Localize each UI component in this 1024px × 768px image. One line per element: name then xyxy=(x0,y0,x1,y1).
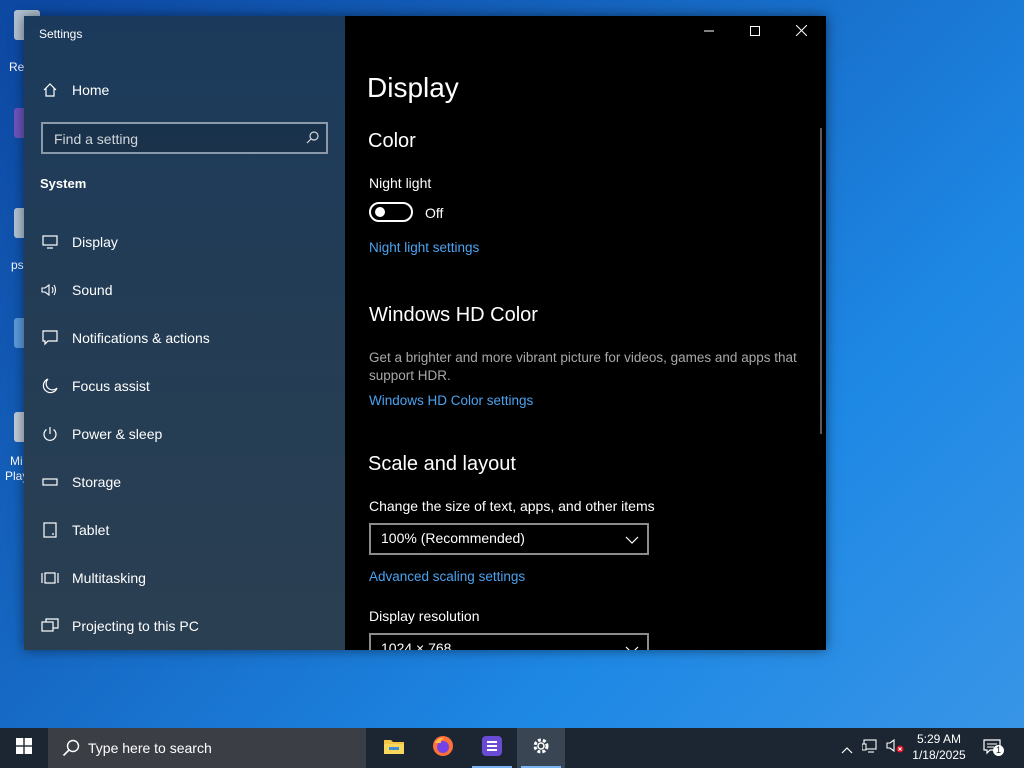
sidebar-item-label: Multitasking xyxy=(72,570,146,586)
network-button[interactable] xyxy=(860,728,882,768)
size-label: Change the size of text, apps, and other… xyxy=(369,498,655,514)
sidebar-item-power-sleep[interactable]: Power & sleep xyxy=(24,412,345,456)
sidebar-item-label: Notifications & actions xyxy=(72,330,210,346)
clock-date: 1/18/2025 xyxy=(912,748,966,762)
volume-button[interactable] xyxy=(884,728,906,768)
power-icon xyxy=(41,425,59,443)
network-icon xyxy=(861,738,880,758)
sidebar-item-label: Home xyxy=(72,82,110,98)
start-button[interactable] xyxy=(0,728,48,768)
tablet-icon xyxy=(41,521,59,539)
resolution-dropdown-value: 1024 × 768 xyxy=(381,640,452,650)
settings-window: Settings Home System Display Sound xyxy=(24,16,826,650)
page-title: Display xyxy=(367,72,459,103)
clock[interactable]: 5:29 AM 1/18/2025 xyxy=(904,731,974,763)
sidebar-item-label: Sound xyxy=(72,282,113,298)
minimize-icon xyxy=(704,23,714,41)
desktop-icon-label: Re xyxy=(9,60,25,74)
chevron-down-icon xyxy=(625,532,639,550)
hd-color-settings-link[interactable]: Windows HD Color settings xyxy=(369,393,533,408)
hd-color-heading: Windows HD Color xyxy=(369,304,538,326)
night-light-toggle[interactable] xyxy=(369,202,413,222)
window-title: Settings xyxy=(39,27,83,41)
sidebar-item-display[interactable]: Display xyxy=(24,220,345,264)
show-hidden-icons-button[interactable] xyxy=(836,728,858,768)
maximize-icon xyxy=(750,23,760,41)
night-light-label: Night light xyxy=(369,175,432,191)
color-heading: Color xyxy=(368,130,416,152)
chevron-up-icon xyxy=(841,739,853,758)
scrollbar[interactable] xyxy=(820,128,822,434)
firefox-icon xyxy=(432,735,454,761)
toggle-knob xyxy=(375,207,385,217)
speaker-icon xyxy=(41,281,59,299)
sidebar-item-label: Tablet xyxy=(72,522,110,538)
notification-icon: 1 xyxy=(983,739,1004,757)
desktop-icon-label: Mi xyxy=(10,454,23,468)
taskbar-settings[interactable] xyxy=(517,728,565,768)
close-icon xyxy=(795,23,807,41)
monitor-icon xyxy=(41,233,59,251)
search-input-box[interactable] xyxy=(41,122,328,154)
clock-time: 5:29 AM xyxy=(916,732,962,746)
taskbar-app[interactable] xyxy=(468,728,516,768)
settings-icon xyxy=(531,736,551,760)
home-icon xyxy=(41,81,59,99)
night-light-settings-link[interactable]: Night light settings xyxy=(369,240,479,255)
app-icon xyxy=(481,735,503,761)
desktop-icon-label: ps xyxy=(11,258,24,272)
taskbar-search-placeholder: Type here to search xyxy=(88,740,212,756)
projecting-icon xyxy=(41,617,59,635)
section-label: System xyxy=(40,176,87,191)
taskbar-search-box[interactable]: Type here to search xyxy=(48,728,366,768)
scale-dropdown[interactable]: 100% (Recommended) xyxy=(369,523,649,555)
scale-layout-heading: Scale and layout xyxy=(368,453,516,475)
multitasking-icon xyxy=(41,569,59,587)
sidebar-item-storage[interactable]: Storage xyxy=(24,460,345,504)
maximize-button[interactable] xyxy=(732,16,778,48)
sidebar-item-label: Display xyxy=(72,234,118,250)
search-input[interactable] xyxy=(52,128,296,150)
chevron-down-icon xyxy=(625,642,639,650)
sidebar: Settings Home System Display Sound xyxy=(24,16,345,650)
volume-muted-icon xyxy=(886,738,904,758)
storage-icon xyxy=(41,473,59,491)
sidebar-item-label: Focus assist xyxy=(72,378,150,394)
taskbar-file-explorer[interactable] xyxy=(370,728,418,768)
sidebar-item-home[interactable]: Home xyxy=(24,68,345,112)
night-light-state: Off xyxy=(425,205,444,221)
advanced-scaling-link[interactable]: Advanced scaling settings xyxy=(369,569,525,584)
sidebar-item-notifications[interactable]: Notifications & actions xyxy=(24,316,345,360)
search-icon xyxy=(62,739,80,761)
sidebar-item-projecting[interactable]: Projecting to this PC xyxy=(24,604,345,648)
sidebar-item-tablet[interactable]: Tablet xyxy=(24,508,345,552)
sidebar-item-focus-assist[interactable]: Focus assist xyxy=(24,364,345,408)
action-center-button[interactable]: 1 xyxy=(980,728,1006,768)
sidebar-item-label: Storage xyxy=(72,474,122,490)
moon-icon xyxy=(41,377,59,395)
sidebar-item-label: Projecting to this PC xyxy=(72,618,199,634)
sidebar-item-sound[interactable]: Sound xyxy=(24,268,345,312)
file-explorer-icon xyxy=(383,737,405,759)
sidebar-item-multitasking[interactable]: Multitasking xyxy=(24,556,345,600)
scale-dropdown-value: 100% (Recommended) xyxy=(381,530,525,546)
minimize-button[interactable] xyxy=(686,16,732,48)
notification-count-badge: 1 xyxy=(993,745,1004,756)
windows-logo-icon xyxy=(16,738,32,758)
close-button[interactable] xyxy=(778,16,824,48)
hd-color-description: Get a brighter and more vibrant picture … xyxy=(369,350,797,383)
content-pane: Display Color Night light Off Night ligh… xyxy=(345,16,826,650)
taskbar-firefox[interactable] xyxy=(419,728,467,768)
search-icon xyxy=(306,129,320,148)
notification-icon xyxy=(41,329,59,347)
sidebar-item-label: Power & sleep xyxy=(72,426,163,442)
taskbar: Type here to search 5:29 AM 1/18/2025 1 xyxy=(0,728,1024,768)
resolution-dropdown[interactable]: 1024 × 768 xyxy=(369,633,649,650)
resolution-label: Display resolution xyxy=(369,608,480,624)
